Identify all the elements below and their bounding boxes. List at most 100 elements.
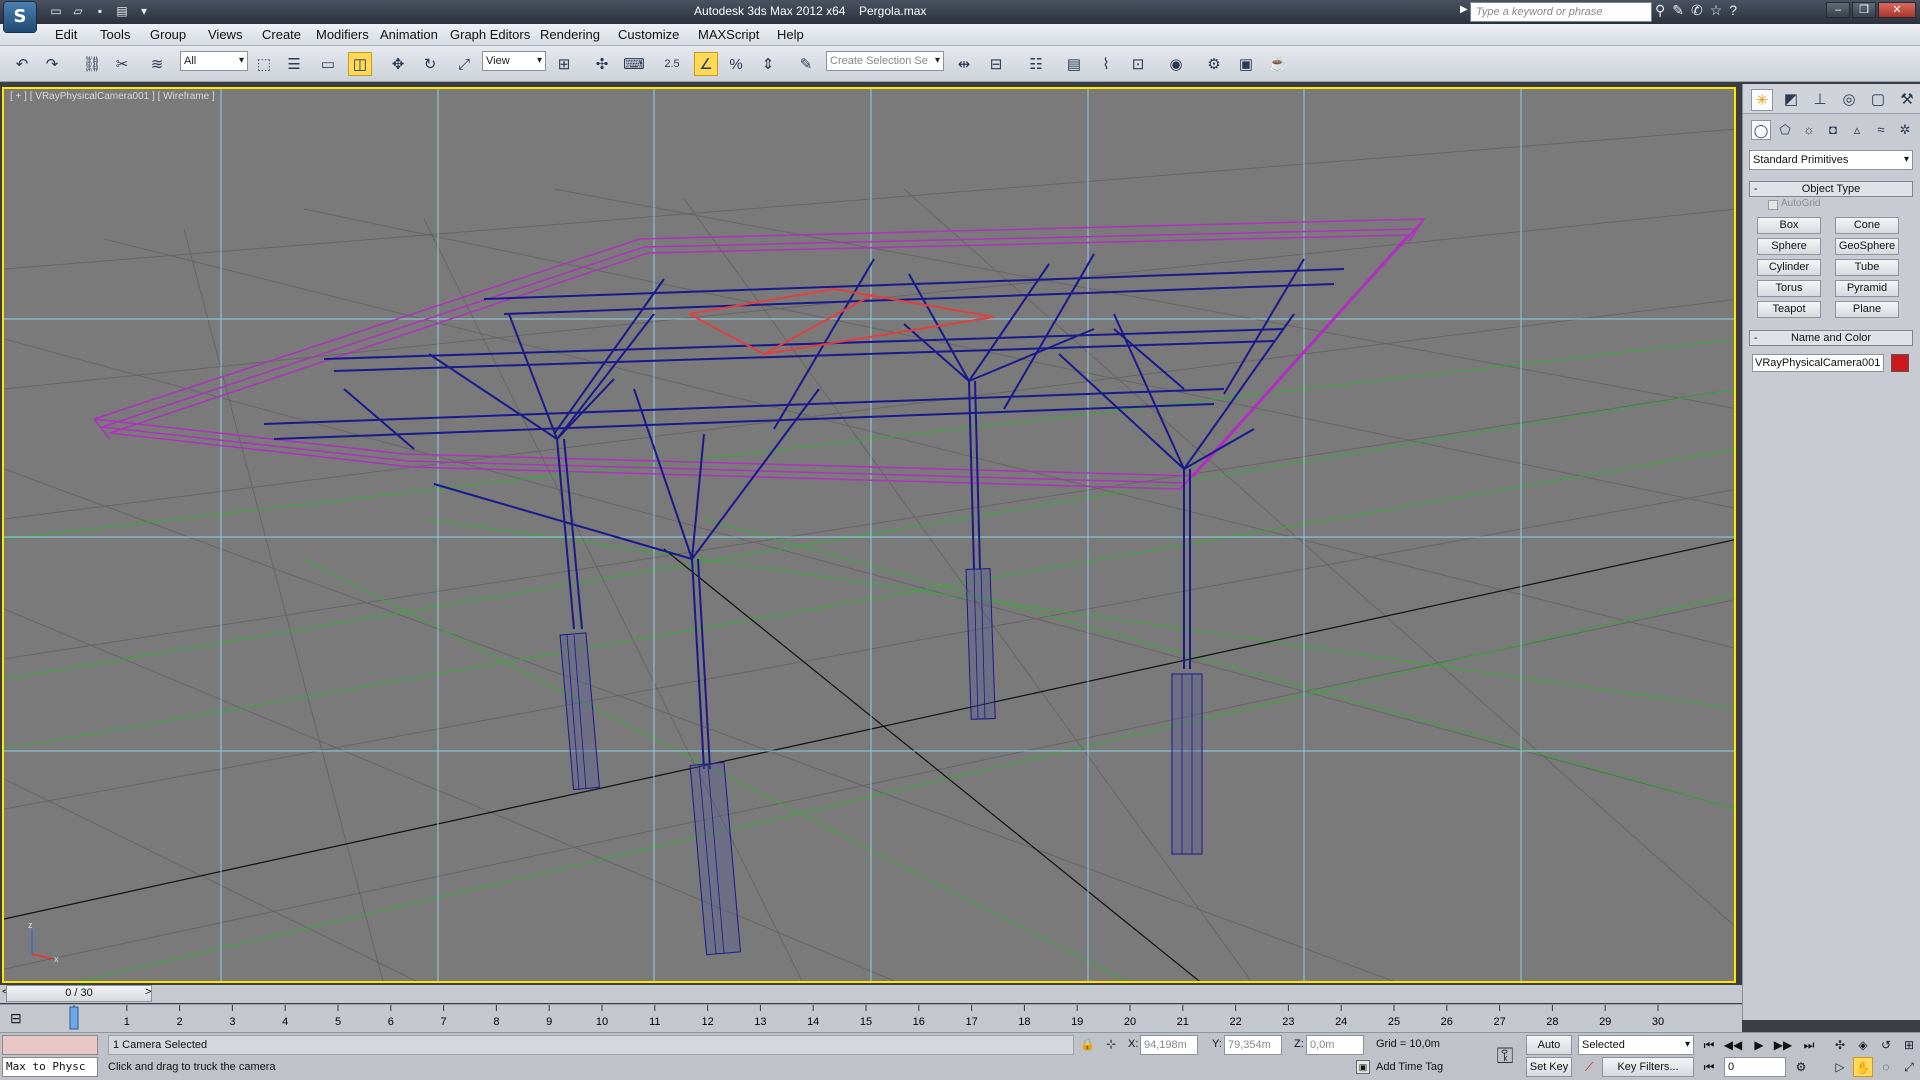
menu-create[interactable]: Create: [262, 27, 301, 42]
torus-button[interactable]: Torus: [1757, 280, 1821, 297]
layer-manager-icon[interactable]: ☷: [1024, 52, 1048, 76]
dolly-camera-icon[interactable]: ✣: [1830, 1035, 1850, 1055]
set-key-icon[interactable]: ⚿: [1488, 1039, 1522, 1073]
previous-frame-icon[interactable]: ◀◀: [1722, 1035, 1744, 1055]
percent-snap-icon[interactable]: %: [724, 52, 748, 76]
teapot-button[interactable]: Teapot: [1757, 301, 1821, 318]
go-to-end-icon[interactable]: ⏭: [1798, 1035, 1820, 1055]
display-tab-icon[interactable]: ▢: [1867, 89, 1889, 111]
menu-edit[interactable]: Edit: [55, 27, 77, 42]
geometry-icon[interactable]: ◯: [1751, 120, 1771, 140]
truck-camera-icon[interactable]: ✋: [1853, 1057, 1873, 1077]
motion-tab-icon[interactable]: ◎: [1838, 89, 1860, 111]
systems-icon[interactable]: ✲: [1895, 120, 1915, 140]
align-icon[interactable]: ⊟: [984, 52, 1008, 76]
lights-icon[interactable]: ☼: [1799, 120, 1819, 140]
geosphere-button[interactable]: GeoSphere: [1835, 238, 1899, 255]
schematic-view-icon[interactable]: ⊡: [1126, 52, 1150, 76]
autogrid-checkbox[interactable]: [1768, 200, 1778, 210]
menu-tools[interactable]: Tools: [100, 27, 130, 42]
named-selection-dropdown[interactable]: Create Selection Se: [826, 51, 944, 71]
redo-icon[interactable]: ↷: [40, 52, 64, 76]
unlink-selection-icon[interactable]: ✂: [110, 52, 134, 76]
search-input[interactable]: Type a keyword or phrase: [1470, 2, 1652, 22]
sphere-button[interactable]: Sphere: [1757, 238, 1821, 255]
maximize-viewport-icon[interactable]: ⤢: [1899, 1057, 1919, 1077]
binoculars-icon[interactable]: ⚲: [1655, 2, 1665, 19]
open-file-icon[interactable]: ▱: [70, 3, 86, 19]
search-expand-icon[interactable]: ▶: [1460, 4, 1468, 15]
app-logo-button[interactable]: S: [4, 2, 36, 32]
perspective-icon[interactable]: ◈: [1853, 1035, 1873, 1055]
key-mode-toggle-icon[interactable]: ⏮: [1698, 1057, 1720, 1077]
maxscript-listener-pink[interactable]: [2, 1035, 98, 1055]
select-and-manipulate-icon[interactable]: ✣: [590, 52, 614, 76]
bind-to-space-warp-icon[interactable]: ≋: [145, 52, 169, 76]
menu-views[interactable]: Views: [208, 27, 242, 42]
cylinder-button[interactable]: Cylinder: [1757, 259, 1821, 276]
create-tab-icon[interactable]: ✳: [1751, 89, 1773, 111]
cone-button[interactable]: Cone: [1835, 217, 1899, 234]
render-setup-icon[interactable]: ⚙: [1202, 52, 1226, 76]
menu-graph-editors[interactable]: Graph Editors: [450, 27, 530, 42]
graphite-ribbon-icon[interactable]: ▤: [1062, 52, 1086, 76]
shapes-icon[interactable]: ⬠: [1775, 120, 1795, 140]
utilities-tab-icon[interactable]: ⚒: [1896, 89, 1918, 111]
favorites-star-icon[interactable]: ☆: [1710, 2, 1723, 19]
perspective-viewport[interactable]: [ + ] [ VRayPhysicalCamera001 ] [ Wirefr…: [2, 87, 1736, 983]
object-type-rollout[interactable]: - Object Type: [1749, 181, 1913, 197]
play-icon[interactable]: ▶: [1748, 1035, 1770, 1055]
menu-group[interactable]: Group: [150, 27, 186, 42]
select-and-move-icon[interactable]: ✥: [386, 52, 410, 76]
menu-customize[interactable]: Customize: [618, 27, 679, 42]
roll-camera-icon[interactable]: ↺: [1876, 1035, 1896, 1055]
set-key-button[interactable]: Set Key: [1526, 1057, 1572, 1077]
orbit-camera-icon[interactable]: ◌: [1876, 1057, 1896, 1077]
menu-maxscript[interactable]: MAXScript: [698, 27, 759, 42]
viewport-label[interactable]: [ + ] [ VRayPhysicalCamera001 ] [ Wirefr…: [10, 91, 215, 102]
select-and-rotate-icon[interactable]: ↻: [418, 52, 442, 76]
add-time-tag[interactable]: Add Time Tag: [1376, 1061, 1443, 1073]
reference-coordinate-dropdown[interactable]: View: [482, 51, 546, 71]
material-editor-icon[interactable]: ◉: [1164, 52, 1188, 76]
current-frame-marker[interactable]: [69, 1006, 79, 1030]
menu-rendering[interactable]: Rendering: [540, 27, 600, 42]
cameras-icon[interactable]: ◘: [1823, 120, 1843, 140]
default-in-out-tangent-icon[interactable]: ⟋: [1578, 1057, 1600, 1077]
viewport-canvas[interactable]: [4, 89, 1736, 983]
menu-animation[interactable]: Animation: [380, 27, 438, 42]
zoom-extents-all-icon[interactable]: ⊞: [1899, 1035, 1919, 1055]
field-of-view-icon[interactable]: ▷: [1830, 1057, 1850, 1077]
undo-icon[interactable]: ↶: [10, 52, 34, 76]
help-icon[interactable]: ?: [1729, 2, 1737, 19]
time-slider[interactable]: 0 / 30: [6, 985, 152, 1002]
object-color-swatch[interactable]: [1891, 354, 1909, 372]
rectangular-selection-icon[interactable]: ▭: [316, 52, 340, 76]
restore-button[interactable]: ❐: [1852, 2, 1876, 18]
time-configuration-icon[interactable]: ⚙: [1790, 1057, 1812, 1077]
render-production-icon[interactable]: ☕: [1266, 52, 1290, 76]
edit-named-selection-icon[interactable]: ✎: [794, 52, 818, 76]
box-button[interactable]: Box: [1757, 217, 1821, 234]
subscription-icon[interactable]: ✎: [1672, 2, 1684, 19]
y-coord-field[interactable]: 79,354m: [1224, 1035, 1282, 1055]
pyramid-button[interactable]: Pyramid: [1835, 280, 1899, 297]
save-file-icon[interactable]: ▪: [92, 3, 108, 19]
go-to-start-icon[interactable]: ⏮: [1698, 1035, 1720, 1055]
select-by-name-icon[interactable]: ☰: [282, 52, 306, 76]
pivot-center-icon[interactable]: ⊞: [552, 52, 576, 76]
track-bar[interactable]: ⊟ 01234567891011121314151617181920212223…: [0, 1004, 1742, 1032]
angle-snap-toggle-icon[interactable]: ∠: [694, 52, 718, 76]
key-mode-dropdown[interactable]: Selected: [1578, 1035, 1694, 1055]
time-tag-icon[interactable]: ▣: [1356, 1060, 1370, 1074]
current-frame-field[interactable]: 0: [1724, 1057, 1786, 1077]
space-warps-icon[interactable]: ≈: [1871, 120, 1891, 140]
tube-button[interactable]: Tube: [1835, 259, 1899, 276]
object-name-field[interactable]: VRayPhysicalCamera001: [1752, 354, 1884, 372]
menu-modifiers[interactable]: Modifiers: [316, 27, 369, 42]
project-folder-icon[interactable]: ▤: [114, 3, 130, 19]
minimize-button[interactable]: –: [1826, 2, 1850, 18]
window-crossing-icon[interactable]: ◫: [348, 52, 372, 76]
select-object-icon[interactable]: ⬚: [252, 52, 276, 76]
helpers-icon[interactable]: ▵: [1847, 120, 1867, 140]
